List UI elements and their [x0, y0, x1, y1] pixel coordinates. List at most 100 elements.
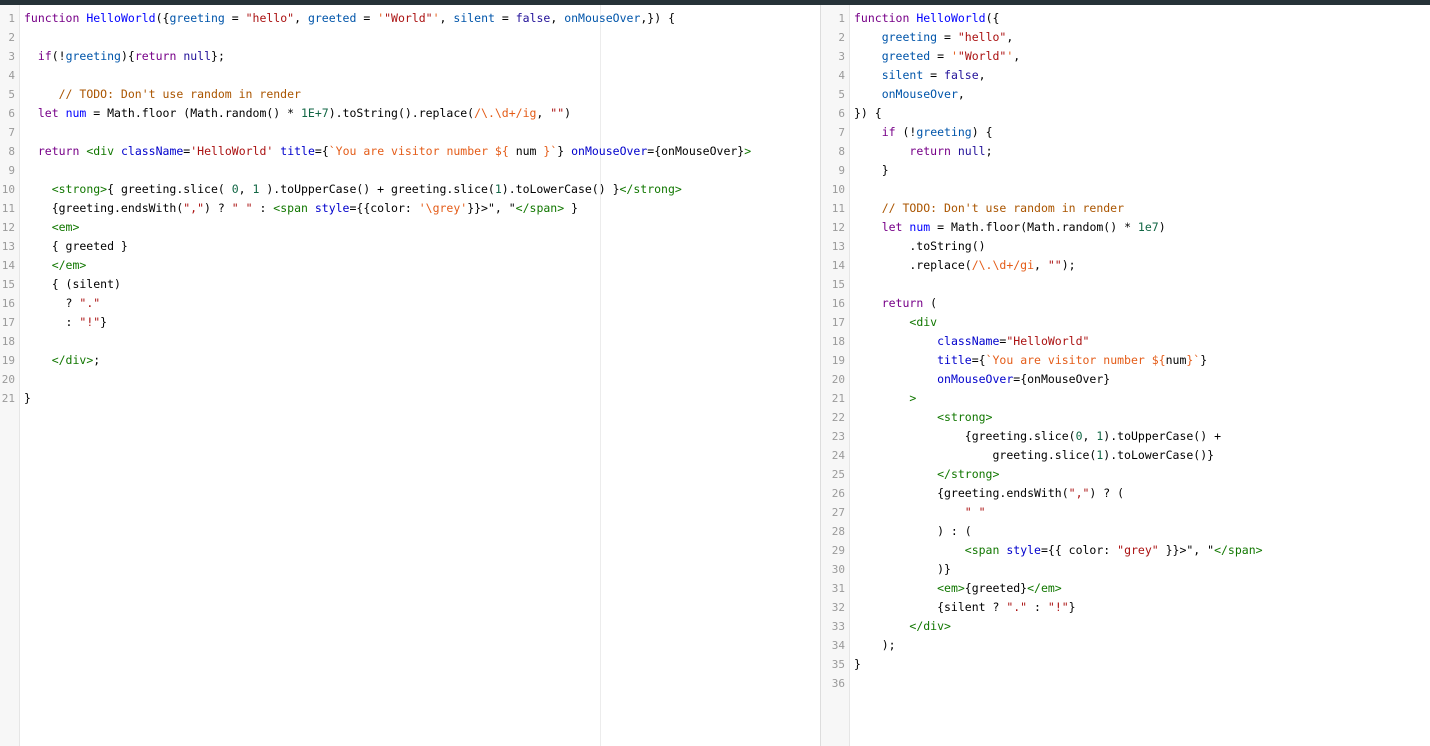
code-text[interactable]: title={`You are visitor number ${num}`}: [854, 351, 1207, 370]
code-token: :: [24, 315, 80, 329]
code-text[interactable]: }) {: [854, 104, 882, 123]
code-text[interactable]: <strong>{ greeting.slice( 0, 1 ).toUpper…: [24, 180, 682, 199]
code-text[interactable]: </strong>: [854, 465, 999, 484]
code-text[interactable]: return (: [854, 294, 937, 313]
code-token: }`: [1186, 353, 1201, 367]
code-text[interactable]: " ": [854, 503, 986, 522]
code-text[interactable]: <strong>: [854, 408, 992, 427]
code-text[interactable]: return null;: [854, 142, 992, 161]
code-token: ){: [120, 49, 135, 63]
code-line: 2 greeting = "hello",: [821, 28, 1430, 47]
code-text[interactable]: greeting = "hello",: [854, 28, 1014, 47]
code-token: }}>", ": [1158, 543, 1215, 557]
code-token: )}: [854, 562, 951, 576]
code-line: 7: [0, 123, 820, 142]
code-line: 29 <span style={{ color: "grey" }}>", "<…: [821, 541, 1430, 560]
code-text[interactable]: ? ".": [24, 294, 101, 313]
code-token: ".": [79, 296, 101, 310]
code-text[interactable]: {greeting.slice(0, 1).toUpperCase() +: [854, 427, 1221, 446]
code-line: 12 let num = Math.floor(Math.random() * …: [821, 218, 1430, 237]
code-token: :: [252, 201, 274, 215]
code-text[interactable]: ) : (: [854, 522, 972, 541]
output-editor[interactable]: 1 function HelloWorld({2 greeting = "hell…: [821, 5, 1430, 746]
line-number: 12: [1, 221, 15, 234]
code-line: 11 {greeting.endsWith(",") ? " " : <span…: [0, 199, 820, 218]
code-token: ({: [155, 11, 170, 25]
code-token: {greeting.endsWith(: [24, 201, 184, 215]
code-token: ) ?: [204, 201, 232, 215]
code-text[interactable]: {greeting.endsWith(",") ? (: [854, 484, 1124, 503]
input-editor[interactable]: 1 function HelloWorld({greeting = "hello"…: [0, 5, 820, 746]
code-lines: 1 function HelloWorld({greeting = "hello"…: [0, 9, 820, 408]
code-text[interactable]: { greeted }: [24, 237, 128, 256]
code-text[interactable]: className="HelloWorld": [854, 332, 1089, 351]
code-text[interactable]: : "!"}: [24, 313, 108, 332]
code-text[interactable]: .replace(/\.\d+/gi, "");: [854, 256, 1075, 275]
line-number: 19: [831, 354, 845, 367]
code-text[interactable]: <span style={{ color: "grey" }}>", "</sp…: [854, 541, 1263, 560]
code-text[interactable]: <div: [854, 313, 937, 332]
code-text[interactable]: )}: [854, 560, 951, 579]
code-token: " ": [964, 505, 986, 519]
code-token: ={{ color:: [1040, 543, 1118, 557]
code-text[interactable]: function HelloWorld({: [854, 9, 999, 28]
code-text[interactable]: );: [854, 636, 896, 655]
code-token: ) : (: [854, 524, 972, 538]
code-token: }) {: [854, 106, 882, 120]
code-line: 28 ) : (: [821, 522, 1430, 541]
code-token: (!: [51, 49, 66, 63]
code-token: return: [134, 49, 177, 63]
code-token: ).toString().replace(: [328, 106, 475, 120]
code-text[interactable]: }: [24, 389, 31, 408]
code-token: }}>", ": [467, 201, 516, 215]
code-text[interactable]: >: [854, 389, 916, 408]
code-text[interactable]: // TODO: Don't use random in render: [24, 85, 301, 104]
code-token: ,: [1006, 30, 1014, 44]
code-text[interactable]: {silent ? "." : "!"}: [854, 598, 1076, 617]
code-text[interactable]: // TODO: Don't use random in render: [854, 199, 1124, 218]
code-text[interactable]: silent = false,: [854, 66, 986, 85]
code-text[interactable]: function HelloWorld({greeting = "hello",…: [24, 9, 675, 28]
code-text[interactable]: greeting.slice(1).toLowerCase()}: [854, 446, 1214, 465]
code-text[interactable]: </div>: [854, 617, 951, 636]
code-text[interactable]: { (silent): [24, 275, 121, 294]
code-token: </div>: [909, 619, 951, 633]
line-number: 9: [8, 164, 15, 177]
code-token: onMouseOver: [937, 372, 1014, 386]
code-token: '\grey': [418, 201, 468, 215]
code-line: 14 </em>: [0, 256, 820, 275]
code-text[interactable]: </em>: [24, 256, 87, 275]
code-text[interactable]: {greeting.endsWith(",") ? " " : <span st…: [24, 199, 578, 218]
code-token: ;: [93, 353, 101, 367]
code-text[interactable]: <em>{greeted}</em>: [854, 579, 1062, 598]
line-number: 14: [831, 259, 845, 272]
code-text[interactable]: if(!greeting){return null};: [24, 47, 225, 66]
code-text[interactable]: let num = Math.floor(Math.random() * 1e7…: [854, 218, 1166, 237]
code-text[interactable]: return <div className='HelloWorld' title…: [24, 142, 751, 161]
line-number: 7: [8, 126, 15, 139]
code-text[interactable]: }: [854, 655, 861, 674]
code-text[interactable]: let num = Math.floor (Math.random() * 1E…: [24, 104, 571, 123]
code-token: ?: [24, 296, 80, 310]
code-text[interactable]: </div>;: [24, 351, 100, 370]
code-token: ,: [1082, 429, 1097, 443]
code-text[interactable]: <em>: [24, 218, 80, 237]
code-text[interactable]: greeted = '"World"',: [854, 47, 1021, 66]
code-line: 3 if(!greeting){return null};: [0, 47, 820, 66]
code-text[interactable]: }: [854, 161, 889, 180]
code-token: }: [564, 201, 578, 215]
code-text[interactable]: .toString(): [854, 237, 985, 256]
code-text[interactable]: if (!greeting) {: [854, 123, 993, 142]
code-token: ,: [439, 11, 454, 25]
code-token: onMouseOver: [571, 144, 648, 158]
code-token: :: [1027, 600, 1048, 614]
code-text[interactable]: onMouseOver,: [854, 85, 965, 104]
code-line: 18: [0, 332, 820, 351]
code-text[interactable]: onMouseOver={onMouseOver}: [854, 370, 1110, 389]
